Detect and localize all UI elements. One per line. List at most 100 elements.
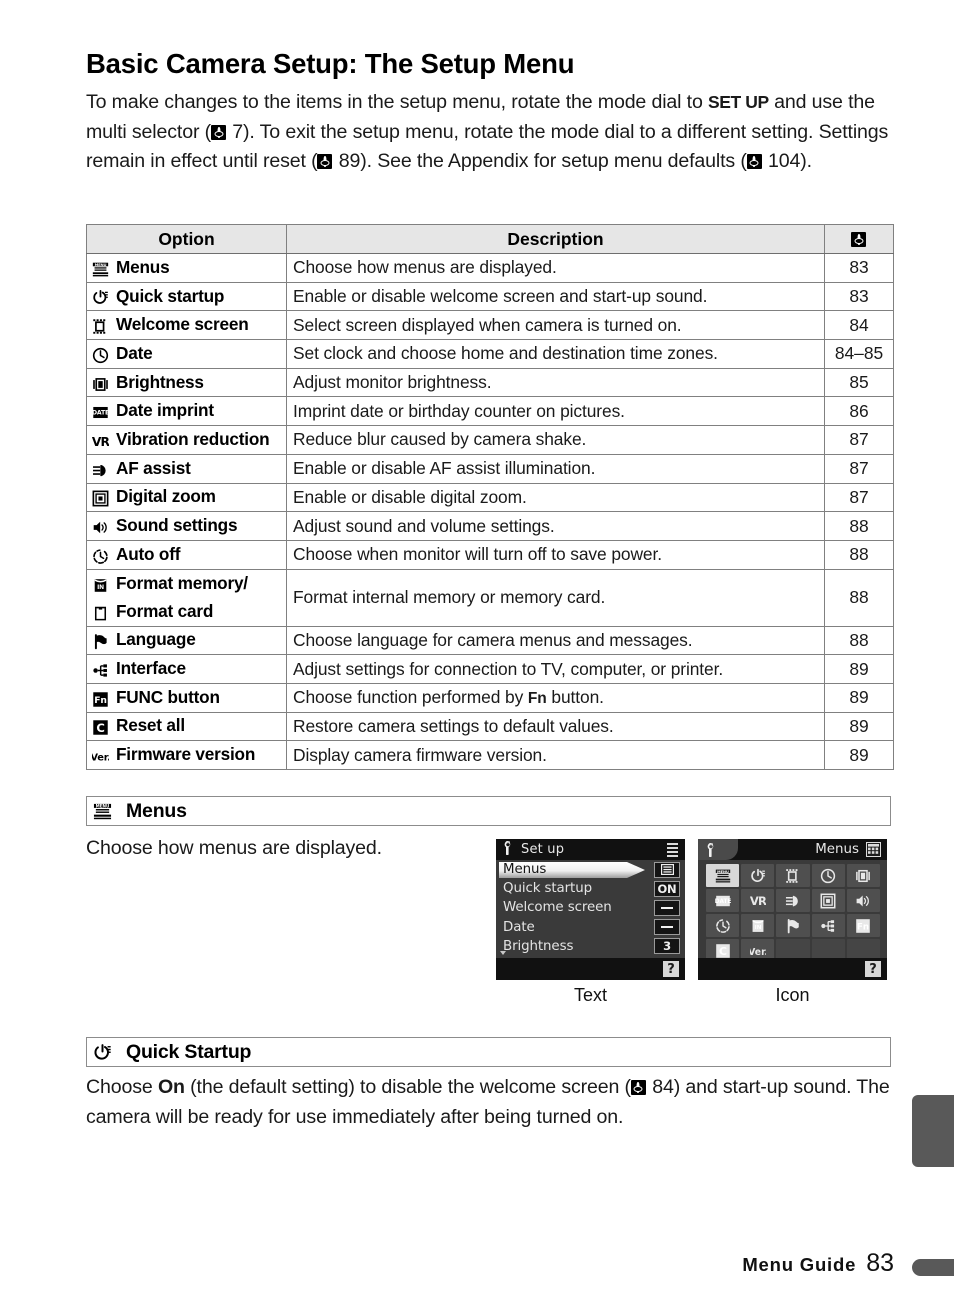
reset-icon: C (715, 943, 731, 959)
table-row: Date Set clock and choose home and desti… (86, 339, 894, 369)
cell-description-pre: Choose function performed by (293, 687, 528, 708)
svg-text:Ver.: Ver. (750, 946, 766, 957)
cell-description-container: Enable or disable welcome screen and sta… (286, 281, 825, 312)
footer-page-number: 83 (866, 1249, 894, 1277)
table-row: Fn FUNC button Choose function performed … (86, 682, 894, 713)
menu-list-item[interactable]: Menus (496, 860, 685, 879)
manual-page: Basic Camera Setup: The Setup Menu To ma… (0, 0, 954, 1314)
cell-option-label: Menus (116, 256, 170, 277)
menu-list-item[interactable]: Quick startup ON (496, 879, 685, 898)
grid-cell-menu-icon[interactable]: MENU (706, 864, 740, 887)
version-icon: Ver. (750, 943, 766, 959)
svg-text:DATE: DATE (92, 410, 109, 417)
menu-list-item[interactable]: Brightness 3 (496, 937, 685, 956)
grid-cell-internal-memory-icon[interactable]: IN (741, 914, 775, 937)
lcd-title-bar: Set up (496, 839, 685, 860)
table-row: Welcome screen Select screen displayed w… (86, 310, 894, 341)
column-header-option: Option (86, 224, 287, 254)
quick-text-mid: (the default setting) to disable the wel… (184, 1076, 631, 1098)
menu-item-label: Welcome screen (503, 900, 612, 916)
svg-text:MENU: MENU (95, 803, 109, 808)
cell-option-label: Language (116, 629, 196, 650)
page-title: Basic Camera Setup: The Setup Menu (86, 48, 575, 79)
cell-option: Brightness (86, 367, 287, 398)
cell-description-container: Enable or disable AF assist illumination… (286, 453, 825, 484)
table-row: Auto off Choose when monitor will turn o… (86, 539, 894, 570)
svg-text:C: C (719, 945, 727, 958)
cell-option-label: Welcome screen (116, 314, 249, 335)
grid-cell-power-icon[interactable] (741, 864, 775, 887)
cell-option-label: Firmware version (116, 744, 256, 765)
language-icon (90, 630, 110, 651)
menu-icon: MENU (92, 802, 112, 821)
cell-page: 89 (824, 711, 894, 742)
menu-value-list (654, 861, 680, 878)
interface-icon (820, 918, 836, 934)
cell-description: Adjust monitor brightness. (293, 372, 492, 393)
cell-description: Display camera firmware version. (293, 744, 547, 765)
clock-icon (90, 344, 110, 365)
grid-cell-clock-icon[interactable] (811, 864, 845, 887)
grid-cell-date-imprint-icon[interactable]: DATE (706, 889, 740, 912)
menu-list-item[interactable]: Date (496, 918, 685, 937)
lcd-bottom-bar-icon: ? (698, 958, 887, 980)
grid-cell-sound-icon[interactable] (846, 889, 880, 912)
book-icon (317, 154, 333, 169)
table-row: Sound settings Adjust sound and volume s… (86, 511, 894, 541)
page-footer: Menu Guide 83 (742, 1249, 894, 1278)
svg-text:C: C (96, 721, 104, 735)
cell-description: Select screen displayed when camera is t… (293, 314, 682, 335)
caption-icon: Icon (775, 985, 810, 1005)
svg-text:Ver.: Ver. (92, 753, 109, 764)
cell-option: Auto off (86, 539, 287, 570)
text-menu-screenshot: Set up Menus Quick startup ON Welcome scree… (496, 839, 685, 1005)
menu-icon: MENU (715, 868, 731, 884)
tab-shape (698, 839, 738, 860)
wrench-icon (502, 840, 514, 859)
auto-off-icon (90, 545, 110, 566)
date-imprint-icon: DATE (90, 401, 110, 422)
column-header-description: Description (286, 224, 825, 254)
date-imprint-icon: DATE (715, 893, 731, 909)
grid-cell-af-assist-icon[interactable] (776, 889, 810, 912)
grid-cell-interface-icon[interactable] (811, 914, 845, 937)
internal-memory-icon: IN (750, 918, 766, 934)
cell-description-container: Choose language for camera menus and mes… (286, 625, 825, 656)
language-icon (785, 918, 801, 934)
table-row: AF assist Enable or disable AF assist il… (86, 453, 894, 484)
table-row: MENU Menus Choose how menus are displayed… (86, 253, 894, 283)
cell-page: 85 (824, 367, 894, 398)
intro-ref-2: 89). See the Appendix for setup menu def… (333, 150, 747, 172)
table-body: MENU Menus Choose how menus are displayed… (86, 253, 894, 770)
grid-cell-auto-off-icon[interactable] (706, 914, 740, 937)
fn-button-label: Fn (527, 690, 547, 708)
cell-page: 84 (824, 310, 894, 341)
grid-cell-welcome-icon[interactable] (776, 864, 810, 887)
grid-cell-language-icon[interactable] (776, 914, 810, 937)
grid-cell-fn-icon[interactable]: Fn (846, 914, 880, 937)
cell-option-label: Digital zoom (116, 486, 216, 507)
digital-zoom-icon (820, 893, 836, 909)
cell-page: 87 (824, 425, 894, 455)
cell-page: 87 (824, 482, 894, 513)
menu-list-item[interactable]: Welcome screen (496, 898, 685, 917)
svg-text:VR: VR (92, 435, 109, 449)
cell-description: Enable or disable AF assist illumination… (293, 458, 596, 479)
grid-cell-brightness-icon[interactable] (846, 864, 880, 887)
cell-description-container: Choose when monitor will turn off to sav… (286, 539, 825, 570)
column-header-page (824, 224, 894, 254)
wrench-icon (705, 842, 717, 861)
table-row: VR Vibration reduction Reduce blur caused… (86, 425, 894, 455)
cell-option-label: Interface (116, 658, 186, 679)
digital-zoom-icon (90, 487, 110, 508)
cell-page: 88 (824, 511, 894, 541)
svg-text:Fn: Fn (857, 922, 869, 932)
grid-cell-digital-zoom-icon[interactable] (811, 889, 845, 912)
cell-description: Adjust sound and volume settings. (293, 515, 555, 536)
brightness-icon (90, 373, 110, 394)
cell-option-label-card: Format card (116, 600, 214, 621)
camera-lcd-text: Set up Menus Quick startup ON Welcome scree… (496, 839, 685, 980)
intro-paragraph: To make changes to the items in the setu… (86, 88, 898, 177)
grid-cell-vr-icon[interactable]: VR (741, 889, 775, 912)
memory-card-icon (90, 599, 110, 626)
